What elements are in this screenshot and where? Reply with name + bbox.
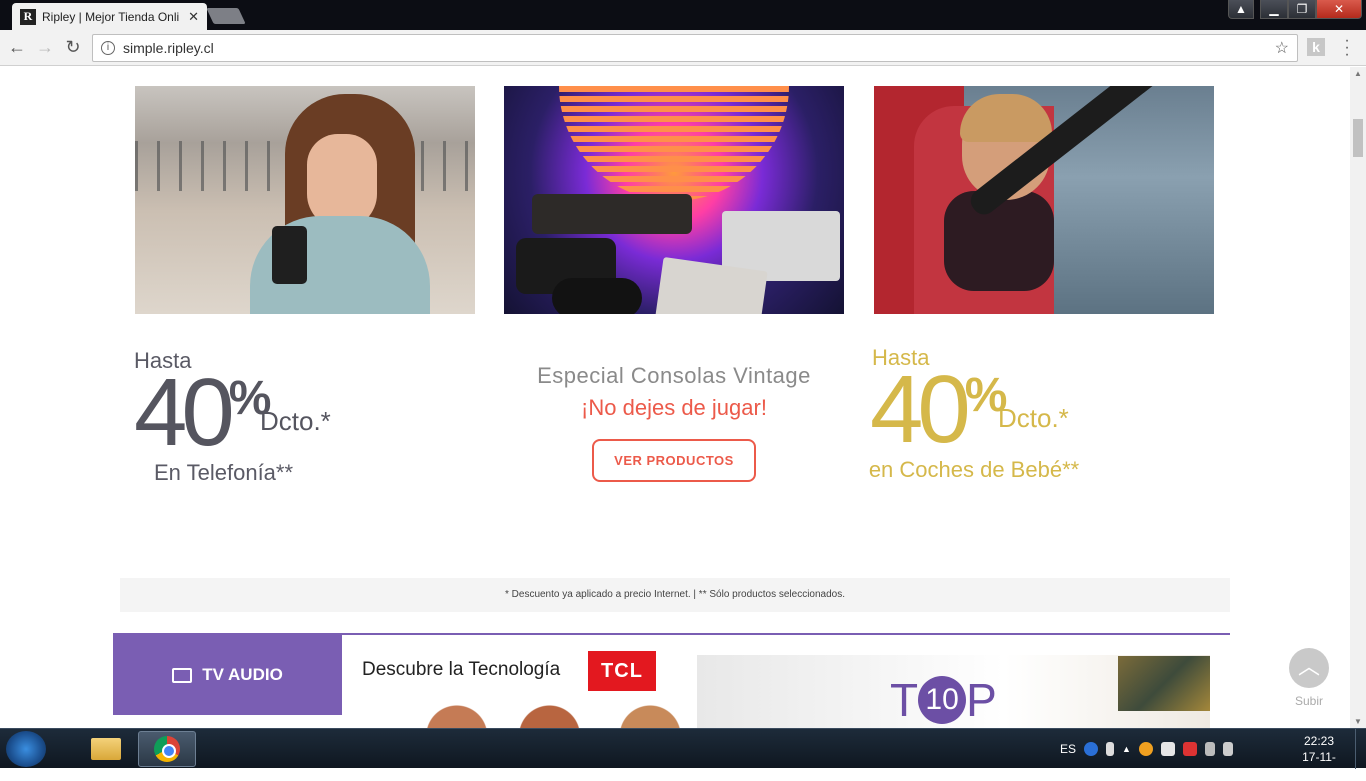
promo-photo-woman-phone[interactable] (135, 86, 475, 314)
avast-icon[interactable] (1138, 742, 1153, 756)
chrome-taskbar-icon[interactable] (138, 731, 196, 767)
tv-icon (172, 667, 193, 683)
banner-painting-image (1118, 656, 1210, 711)
language-indicator[interactable]: ES (1060, 742, 1076, 756)
windows-taskbar: ES ▲ 22:23 17-11-2016 (0, 728, 1366, 780)
subir-label: Subir (1294, 694, 1323, 708)
restore-button[interactable]: ❐ (1288, 0, 1316, 19)
dropbox-icon[interactable] (1160, 742, 1175, 756)
chevron-up-icon[interactable]: ︿ (1289, 648, 1329, 688)
reload-icon[interactable]: ↻ (62, 37, 84, 58)
offer-hasta: Hasta (134, 348, 192, 373)
clock-date: 17-11-2016 (1302, 750, 1336, 780)
power-icon[interactable] (1204, 742, 1215, 756)
scroll-down-icon[interactable]: ▼ (1354, 717, 1362, 726)
help-icon[interactable] (1084, 742, 1099, 756)
scrollbar-thumb[interactable] (1353, 119, 1363, 157)
promo-photo-baby-stroller[interactable] (874, 86, 1214, 314)
disclaimer-text: * Descuento ya aplicado a precio Interne… (120, 578, 1230, 612)
url-text[interactable]: simple.ripley.cl (123, 40, 1275, 56)
category-section: TV AUDIO Descubre la Tecnología TCL T 10 P (113, 633, 1230, 728)
volume-icon[interactable] (1222, 742, 1233, 756)
new-tab-button[interactable] (206, 8, 246, 24)
promo-coches[interactable] (874, 86, 1214, 314)
address-bar[interactable]: i simple.ripley.cl ☆ (92, 34, 1298, 62)
offer-dcto: Dcto.* (998, 403, 1069, 433)
info-icon[interactable]: i (101, 41, 115, 55)
offer-sub: en Coches de Bebé** (868, 457, 1080, 482)
system-tray: ES ▲ (1060, 729, 1233, 769)
promo-consolas[interactable] (504, 86, 844, 314)
menu-icon[interactable]: · · · (1340, 33, 1354, 63)
offer-consolas[interactable]: Especial Consolas Vintage ¡No dejes de j… (504, 363, 844, 482)
browser-tab[interactable]: R Ripley | Mejor Tienda Onli ✕ (12, 3, 207, 30)
extension-icon[interactable]: k (1307, 38, 1325, 56)
tray-expand-icon[interactable]: ▲ (1122, 744, 1131, 754)
offer-dcto: Dcto.* (260, 406, 331, 436)
flag-icon[interactable] (1182, 742, 1197, 756)
minimize-button[interactable]: ▁ (1260, 0, 1288, 19)
close-window-button[interactable]: ✕ (1316, 0, 1362, 19)
promo-photo-consoles[interactable] (504, 86, 844, 314)
subir-button[interactable]: ︿ Subir (1287, 648, 1331, 708)
offer-hasta: Hasta (872, 345, 930, 370)
top10-logo: T 10 P (890, 673, 997, 726)
offer-subtitle: ¡No dejes de jugar! (581, 395, 767, 420)
browser-toolbar: ← → ↻ i simple.ripley.cl ☆ k · · · (0, 30, 1366, 66)
clock[interactable]: 22:23 17-11-2016 (1290, 733, 1348, 781)
tcl-banner[interactable]: Descubre la Tecnología TCL T 10 P (342, 635, 1230, 728)
scroll-up-icon[interactable]: ▲ (1354, 69, 1362, 78)
tab-title: Ripley | Mejor Tienda Onli (42, 9, 180, 24)
offer-title: Especial Consolas Vintage (537, 363, 811, 388)
ver-productos-button[interactable]: VER PRODUCTOS (592, 439, 756, 482)
clock-time: 22:23 (1303, 734, 1335, 748)
banner-people-image (417, 700, 682, 728)
network-icon[interactable] (1106, 742, 1115, 756)
page-viewport: Hasta 40% Dcto.* En Telefonía** Especial… (0, 67, 1350, 728)
bookmark-star-icon[interactable]: ☆ (1275, 38, 1289, 58)
profile-icon[interactable]: ▲ (1228, 0, 1254, 19)
offer-value: 40 (134, 359, 235, 466)
offer-coches[interactable]: Hasta 40% Dcto.* en Coches de Bebé** (804, 345, 1144, 483)
vertical-scrollbar[interactable]: ▲ ▼ (1350, 67, 1366, 728)
banner-headline: Descubre la Tecnología (362, 659, 561, 680)
tcl-logo: TCL (588, 651, 656, 691)
forward-arrow-icon[interactable]: → (34, 37, 56, 58)
category-tab-tv-audio[interactable]: TV AUDIO (113, 635, 342, 715)
offer-telefonia[interactable]: Hasta 40% Dcto.* En Telefonía** (70, 348, 410, 486)
promo-telefonia[interactable] (135, 86, 475, 314)
show-desktop-button[interactable] (1355, 729, 1366, 769)
browser-titlebar: R Ripley | Mejor Tienda Onli ✕ ▲ ▁ ❐ ✕ (0, 0, 1366, 30)
ripley-favicon-icon: R (20, 8, 36, 25)
tab-close-icon[interactable]: ✕ (188, 9, 199, 25)
back-arrow-icon[interactable]: ← (6, 37, 28, 58)
start-button[interactable] (6, 731, 46, 767)
explorer-taskbar-icon[interactable] (84, 732, 128, 766)
category-label: TV AUDIO (202, 665, 283, 684)
offer-value: 40 (870, 356, 971, 463)
